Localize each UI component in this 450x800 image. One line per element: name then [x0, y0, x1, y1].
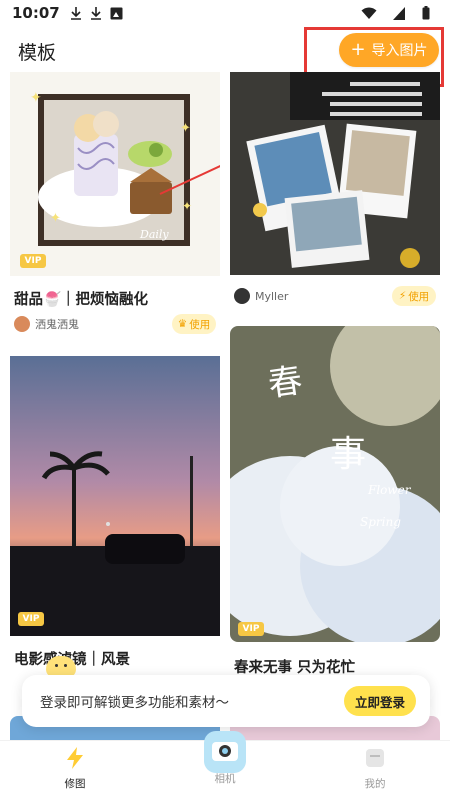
template-card-spring-flowers[interactable]: 春 事 Flower Spring VIP 春来无事 只为花忙	[230, 326, 440, 676]
login-button[interactable]: 立即登录	[344, 686, 416, 716]
template-thumbnail: ✦ ✦ ✦ ✦ Daily	[10, 72, 220, 276]
template-thumbnail	[10, 356, 220, 636]
download-icon	[90, 6, 102, 20]
camera-icon	[211, 738, 239, 766]
screen: 10:07 模板 + 导入图片 ✦ ✦ ✦ ✦ Daily VIP 甜品🍧｜把烦…	[0, 0, 450, 800]
template-title: 甜品🍧｜把烦恼融化	[14, 292, 149, 308]
status-bar: 10:07	[0, 0, 450, 26]
use-template-button[interactable]: ♛ 使用	[172, 314, 216, 334]
status-time: 10:07	[12, 4, 60, 22]
hydrangea-photo: 春 事 Flower Spring	[230, 326, 440, 642]
download-icon	[70, 6, 82, 20]
template-author: Myller	[234, 288, 288, 304]
author-name: 洒鬼洒鬼	[35, 318, 79, 331]
use-label: 使用	[408, 290, 430, 303]
art-text-spring: Spring	[360, 515, 401, 529]
nav-camera-label: 相机	[214, 773, 236, 785]
svg-text:✦: ✦	[30, 90, 42, 106]
author-name: Myller	[255, 289, 289, 303]
profile-icon	[365, 747, 385, 772]
svg-text:事: 事	[330, 434, 366, 475]
page-title: 模板	[18, 42, 57, 64]
use-label: 使用	[189, 318, 211, 331]
camera-button[interactable]	[204, 731, 246, 773]
avatar	[234, 288, 250, 304]
battery-icon	[422, 6, 430, 20]
login-banner: 登录即可解锁更多功能和素材～ 立即登录	[22, 675, 430, 727]
template-card-dessert[interactable]: ✦ ✦ ✦ ✦ Daily VIP 甜品🍧｜把烦恼融化 洒鬼洒鬼 ♛ 使用	[10, 72, 220, 342]
polaroid-photo	[230, 72, 440, 275]
photo-notification-icon	[110, 7, 123, 20]
bolt-icon	[65, 747, 85, 772]
template-thumbnail	[230, 72, 440, 275]
nav-edit-label: 修图	[64, 778, 86, 790]
status-right	[361, 6, 438, 20]
svg-text:✦: ✦	[50, 211, 61, 226]
vip-badge: VIP	[20, 254, 46, 268]
nav-camera[interactable]: 相机	[175, 771, 275, 786]
nav-profile-label: 我的	[364, 778, 386, 790]
art-text-flower: Flower	[367, 483, 412, 497]
bolt-icon: ⚡	[398, 290, 407, 302]
template-card-polaroid[interactable]: Myller ⚡ 使用	[230, 72, 440, 312]
template-thumbnail: 春 事 Flower Spring	[230, 326, 440, 642]
vip-badge: VIP	[18, 612, 44, 626]
sticker-daily: Daily	[139, 228, 169, 241]
dessert-photo: ✦ ✦ ✦ ✦ Daily	[30, 90, 220, 246]
svg-text:春: 春	[266, 361, 305, 405]
crown-icon: ♛	[177, 318, 188, 330]
use-template-button[interactable]: ⚡ 使用	[392, 286, 436, 306]
template-title: 春来无事 只为花忙	[234, 660, 356, 676]
template-card-cinematic-landscape[interactable]: VIP 电影感滤镜｜风景	[10, 356, 220, 676]
avatar	[14, 316, 30, 332]
template-author: 洒鬼洒鬼	[14, 316, 79, 332]
svg-text:✦: ✦	[180, 121, 191, 136]
signal-icon	[393, 6, 406, 20]
svg-text:✦: ✦	[182, 199, 192, 213]
vip-badge: VIP	[238, 622, 264, 636]
login-prompt-text: 登录即可解锁更多功能和素材～	[40, 695, 229, 711]
wifi-icon	[361, 7, 377, 20]
nav-edit[interactable]: 修图	[25, 747, 125, 791]
nav-profile[interactable]: 我的	[325, 747, 425, 791]
sunset-photo	[10, 356, 220, 636]
